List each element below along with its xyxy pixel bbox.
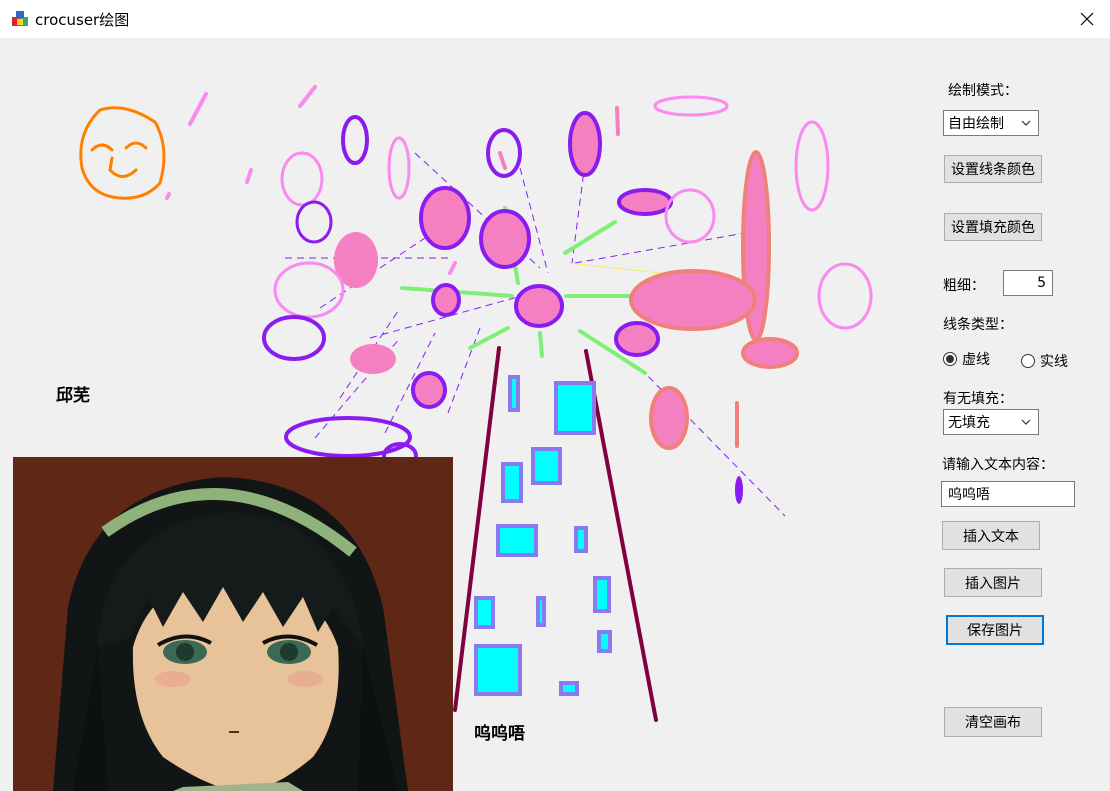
draw-mode-label: 绘制模式：	[948, 83, 1018, 99]
rectangles	[474, 375, 612, 696]
radio-solid-indicator	[1021, 354, 1035, 368]
ellipses	[262, 95, 873, 504]
inserted-portrait-image	[13, 457, 453, 791]
app-icon	[12, 11, 28, 26]
text-input-label: 请输入文本内容：	[942, 457, 1054, 473]
close-icon	[1080, 12, 1094, 26]
close-button[interactable]	[1064, 0, 1110, 38]
radio-dashed-indicator	[943, 352, 957, 366]
radio-dashed-label: 虚线	[962, 352, 990, 368]
title-bar: crocuser绘图	[0, 0, 1110, 38]
save-image-button[interactable]: 保存图片	[946, 615, 1044, 645]
fill-value: 无填充	[948, 415, 990, 431]
radio-solid-label: 实线	[1040, 354, 1068, 370]
chevron-down-icon	[1021, 419, 1031, 425]
thickness-label: 粗细：	[943, 278, 985, 294]
smiley-doodle	[79, 106, 166, 200]
short-strokes	[165, 85, 739, 448]
clear-canvas-button[interactable]: 清空画布	[944, 707, 1042, 737]
window-title: crocuser绘图	[35, 11, 130, 29]
set-line-color-button[interactable]: 设置线条颜色	[944, 155, 1042, 183]
canvas-text-1: 邱芜	[56, 386, 90, 406]
line-type-label: 线条类型：	[943, 317, 1013, 333]
insert-image-button[interactable]: 插入图片	[944, 568, 1042, 597]
insert-text-button[interactable]: 插入文本	[942, 521, 1040, 550]
draw-mode-select[interactable]: 自由绘制	[943, 110, 1039, 136]
radio-solid[interactable]: 实线	[1021, 351, 1068, 371]
set-fill-color-button[interactable]: 设置填充颜色	[944, 213, 1042, 241]
canvas-text-2: 呜呜唔	[474, 724, 525, 744]
chevron-down-icon	[1021, 120, 1031, 126]
text-content-input[interactable]: 呜呜唔	[941, 481, 1075, 507]
fill-select[interactable]: 无填充	[943, 409, 1039, 435]
draw-mode-value: 自由绘制	[948, 116, 1004, 132]
fill-label: 有无填充：	[943, 391, 1013, 407]
drawing-canvas[interactable]: 邱芜 呜呜唔	[0, 38, 925, 791]
radio-dashed[interactable]: 虚线	[943, 349, 990, 369]
thickness-input[interactable]: 5	[1003, 270, 1053, 296]
